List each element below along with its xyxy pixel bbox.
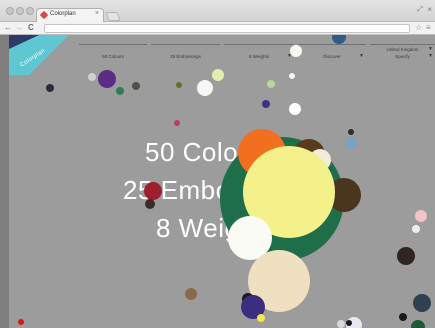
top-navigation: 50 Colours 25 Embossings 8 Weights ▼ Dis… (79, 44, 435, 64)
window-left-edge (0, 35, 9, 328)
tab-close-icon[interactable]: × (95, 10, 99, 17)
nav-item-colours[interactable]: 50 Colours (79, 44, 147, 64)
menu-icon[interactable]: ≡ (426, 22, 431, 34)
window-x-icon[interactable]: × (427, 5, 432, 14)
chevron-down-icon: ▼ (428, 46, 433, 52)
nav-item-embossings[interactable]: 25 Embossings (151, 44, 220, 64)
reload-button[interactable]: C (28, 23, 34, 33)
nav-label: United Kingdom (386, 47, 419, 52)
nav-label: Specify (395, 54, 410, 59)
forward-button[interactable]: → (15, 23, 23, 33)
address-bar[interactable] (44, 24, 410, 33)
nav-label: 25 Embossings (170, 54, 201, 59)
back-button[interactable]: ← (4, 23, 12, 33)
tab-title: Colorplan (50, 11, 76, 17)
new-tab-button[interactable] (105, 12, 121, 21)
nav-item-discover[interactable]: Discover ▼ (298, 44, 366, 64)
nav-label: Discover (323, 54, 341, 59)
browser-toolbar: ← → C ☆ ≡ (0, 22, 435, 35)
fullscreen-icon[interactable]: ⤢ (417, 6, 423, 14)
nav-label: 8 Weights (249, 54, 269, 59)
chevron-down-icon: ▼ (359, 53, 364, 59)
chevron-down-icon: ▼ (287, 53, 292, 59)
bookmark-star-icon[interactable]: ☆ (415, 22, 422, 34)
country-selector[interactable]: United Kingdom ▼ Specify ▼ (370, 44, 435, 64)
foreground-circles (144, 129, 361, 322)
window-close-dot[interactable] (6, 7, 14, 15)
favicon-icon (39, 10, 49, 20)
colour-circle[interactable] (144, 182, 162, 200)
browser-tab[interactable]: Colorplan × (36, 8, 104, 22)
chevron-down-icon: ▼ (428, 53, 433, 59)
page-canvas: 50 Colours 25 Embossings 8 Weights Color… (9, 35, 435, 328)
window-zoom-dot[interactable] (26, 7, 34, 15)
nav-item-weights[interactable]: 8 Weights ▼ (224, 44, 294, 64)
nav-label: 50 Colours (102, 54, 124, 59)
colour-circle[interactable] (145, 199, 155, 209)
window-minimize-dot[interactable] (16, 7, 24, 15)
colour-circle[interactable] (257, 314, 265, 322)
browser-tab-strip: Colorplan × ⤢ × (0, 0, 435, 22)
